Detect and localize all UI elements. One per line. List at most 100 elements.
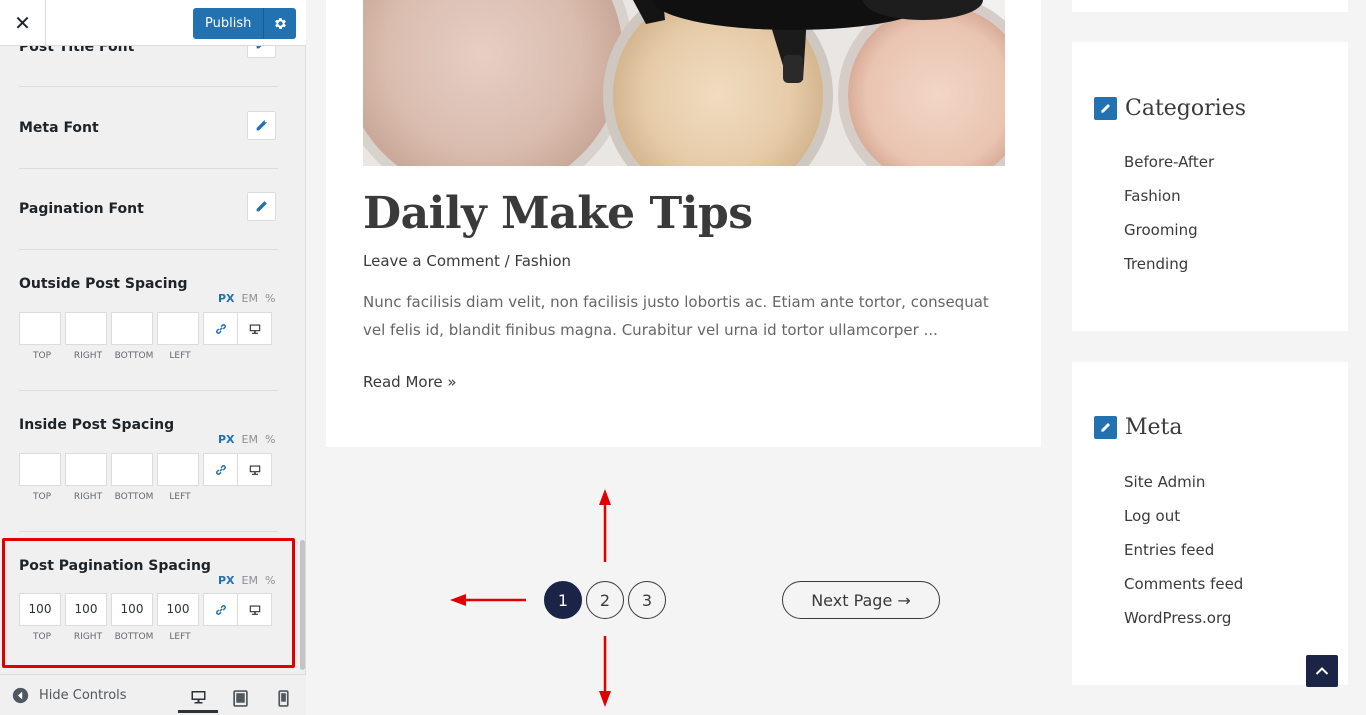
pencil-icon xyxy=(256,120,267,131)
unit-px[interactable]: PX xyxy=(218,433,235,446)
inside-spacing-label: Inside Post Spacing xyxy=(19,417,175,433)
unit-percent[interactable]: % xyxy=(265,433,275,446)
pagination-font-edit-button[interactable] xyxy=(247,192,276,221)
pagination-spacing-top-input[interactable]: 100 xyxy=(19,593,61,626)
inside-spacing-top-input[interactable] xyxy=(19,453,61,486)
hide-controls-button[interactable]: Hide Controls xyxy=(12,687,127,704)
customizer-sidebar: ✕ Publish Post Title Font Meta Font Pagi… xyxy=(0,0,306,715)
site-preview: Daily Make Tips Leave a Comment / Fashio… xyxy=(306,0,1366,715)
inside-spacing-inputs xyxy=(19,453,272,486)
divider xyxy=(19,531,278,532)
meta-link[interactable]: Comments feed xyxy=(1124,567,1243,601)
customizer-controls: Post Title Font Meta Font Pagination Fon… xyxy=(0,46,306,674)
category-link[interactable]: Grooming xyxy=(1124,213,1214,247)
desktop-icon xyxy=(191,690,205,703)
pagination-spacing-device-button[interactable] xyxy=(237,593,272,626)
unit-percent[interactable]: % xyxy=(265,292,275,305)
divider xyxy=(19,390,278,391)
desktop-icon xyxy=(249,465,260,475)
page-number-2[interactable]: 2 xyxy=(586,581,624,619)
page-number-1[interactable]: 1 xyxy=(544,581,582,619)
preview-desktop-button[interactable] xyxy=(178,683,218,713)
meta-font-edit-button[interactable] xyxy=(247,111,276,140)
read-more-link[interactable]: Read More » xyxy=(363,373,457,391)
inside-spacing-left-input[interactable] xyxy=(157,453,199,486)
pagination-spacing-link-button[interactable] xyxy=(203,593,238,626)
outside-spacing-bottom-input[interactable] xyxy=(111,312,153,345)
pagination-spacing-bottom-input[interactable]: 100 xyxy=(111,593,153,626)
post-article: Daily Make Tips Leave a Comment / Fashio… xyxy=(326,0,1041,447)
meta-widget-title: Meta xyxy=(1094,415,1183,440)
categories-widget-title: Categories xyxy=(1094,96,1246,121)
pencil-icon xyxy=(256,46,262,49)
publish-group: Publish xyxy=(193,8,297,39)
outside-spacing-right-input[interactable] xyxy=(65,312,107,345)
close-button[interactable]: ✕ xyxy=(0,0,46,46)
outside-spacing-side-labels: TOP RIGHT BOTTOM LEFT xyxy=(32,351,191,361)
outside-spacing-left-input[interactable] xyxy=(157,312,199,345)
meta-link[interactable]: Log out xyxy=(1124,499,1243,533)
unit-px[interactable]: PX xyxy=(218,292,235,305)
outside-spacing-link-button[interactable] xyxy=(203,312,238,345)
tablet-icon xyxy=(232,689,248,707)
customizer-footer: Hide Controls xyxy=(0,674,306,715)
unit-em[interactable]: EM xyxy=(242,574,258,587)
leave-comment-link[interactable]: Leave a Comment xyxy=(363,252,500,270)
categories-widget: Categories Before-After Fashion Grooming… xyxy=(1072,42,1348,331)
post-featured-image[interactable] xyxy=(363,0,1005,166)
unit-percent[interactable]: % xyxy=(265,574,275,587)
desktop-icon xyxy=(249,324,260,334)
category-link[interactable]: Before-After xyxy=(1124,145,1214,179)
inside-spacing-link-button[interactable] xyxy=(203,453,238,486)
close-icon: ✕ xyxy=(14,11,31,35)
divider xyxy=(19,86,278,87)
inside-spacing-device-button[interactable] xyxy=(237,453,272,486)
inside-spacing-bottom-input[interactable] xyxy=(111,453,153,486)
meta-link[interactable]: Site Admin xyxy=(1124,465,1243,499)
collapse-arrow-icon xyxy=(12,687,29,704)
pagination-spacing-inputs: 100 100 100 100 xyxy=(19,593,272,626)
outside-spacing-device-button[interactable] xyxy=(237,312,272,345)
hide-controls-label: Hide Controls xyxy=(39,688,127,703)
meta-links-list: Site Admin Log out Entries feed Comments… xyxy=(1124,465,1243,635)
customizer-header: ✕ Publish xyxy=(0,0,306,46)
preview-tablet-button[interactable] xyxy=(220,683,260,713)
unit-em[interactable]: EM xyxy=(242,433,258,446)
scroll-to-top-button[interactable] xyxy=(1306,655,1338,687)
divider xyxy=(19,249,278,250)
pencil-icon xyxy=(256,201,267,212)
inside-spacing-right-input[interactable] xyxy=(65,453,107,486)
pagination-spacing-units: PX EM % xyxy=(218,574,275,587)
link-icon xyxy=(215,464,226,475)
publish-button[interactable]: Publish xyxy=(193,8,265,39)
divider xyxy=(19,168,278,169)
chevron-up-icon xyxy=(1315,667,1329,675)
category-link[interactable]: Trending xyxy=(1124,247,1214,281)
pagination-spacing-left-input[interactable]: 100 xyxy=(157,593,199,626)
category-link[interactable]: Fashion xyxy=(514,252,571,270)
pencil-icon xyxy=(1094,97,1117,120)
gear-icon xyxy=(274,18,286,29)
next-page-button[interactable]: Next Page → xyxy=(782,581,940,619)
widget-top-remnant xyxy=(1072,0,1348,12)
unit-px[interactable]: PX xyxy=(218,574,235,587)
link-icon xyxy=(215,323,226,334)
post-title[interactable]: Daily Make Tips xyxy=(363,188,753,239)
pagination-font-label: Pagination Font xyxy=(19,201,144,217)
outside-spacing-top-input[interactable] xyxy=(19,312,61,345)
meta-widget: Meta Site Admin Log out Entries feed Com… xyxy=(1072,362,1348,685)
preview-mobile-button[interactable] xyxy=(263,683,303,713)
meta-separator: / xyxy=(499,252,515,270)
category-link[interactable]: Fashion xyxy=(1124,179,1214,213)
post-title-font-edit-button[interactable] xyxy=(247,46,276,58)
publish-settings-button[interactable] xyxy=(264,8,297,39)
sidebar-scrollbar[interactable] xyxy=(300,540,305,670)
outside-spacing-label: Outside Post Spacing xyxy=(19,276,188,292)
meta-link[interactable]: Entries feed xyxy=(1124,533,1243,567)
pagination-spacing-label: Post Pagination Spacing xyxy=(19,558,211,574)
unit-em[interactable]: EM xyxy=(242,292,258,305)
pagination-spacing-right-input[interactable]: 100 xyxy=(65,593,107,626)
inside-spacing-side-labels: TOP RIGHT BOTTOM LEFT xyxy=(32,492,191,502)
meta-link[interactable]: WordPress.org xyxy=(1124,601,1243,635)
page-number-3[interactable]: 3 xyxy=(628,581,666,619)
